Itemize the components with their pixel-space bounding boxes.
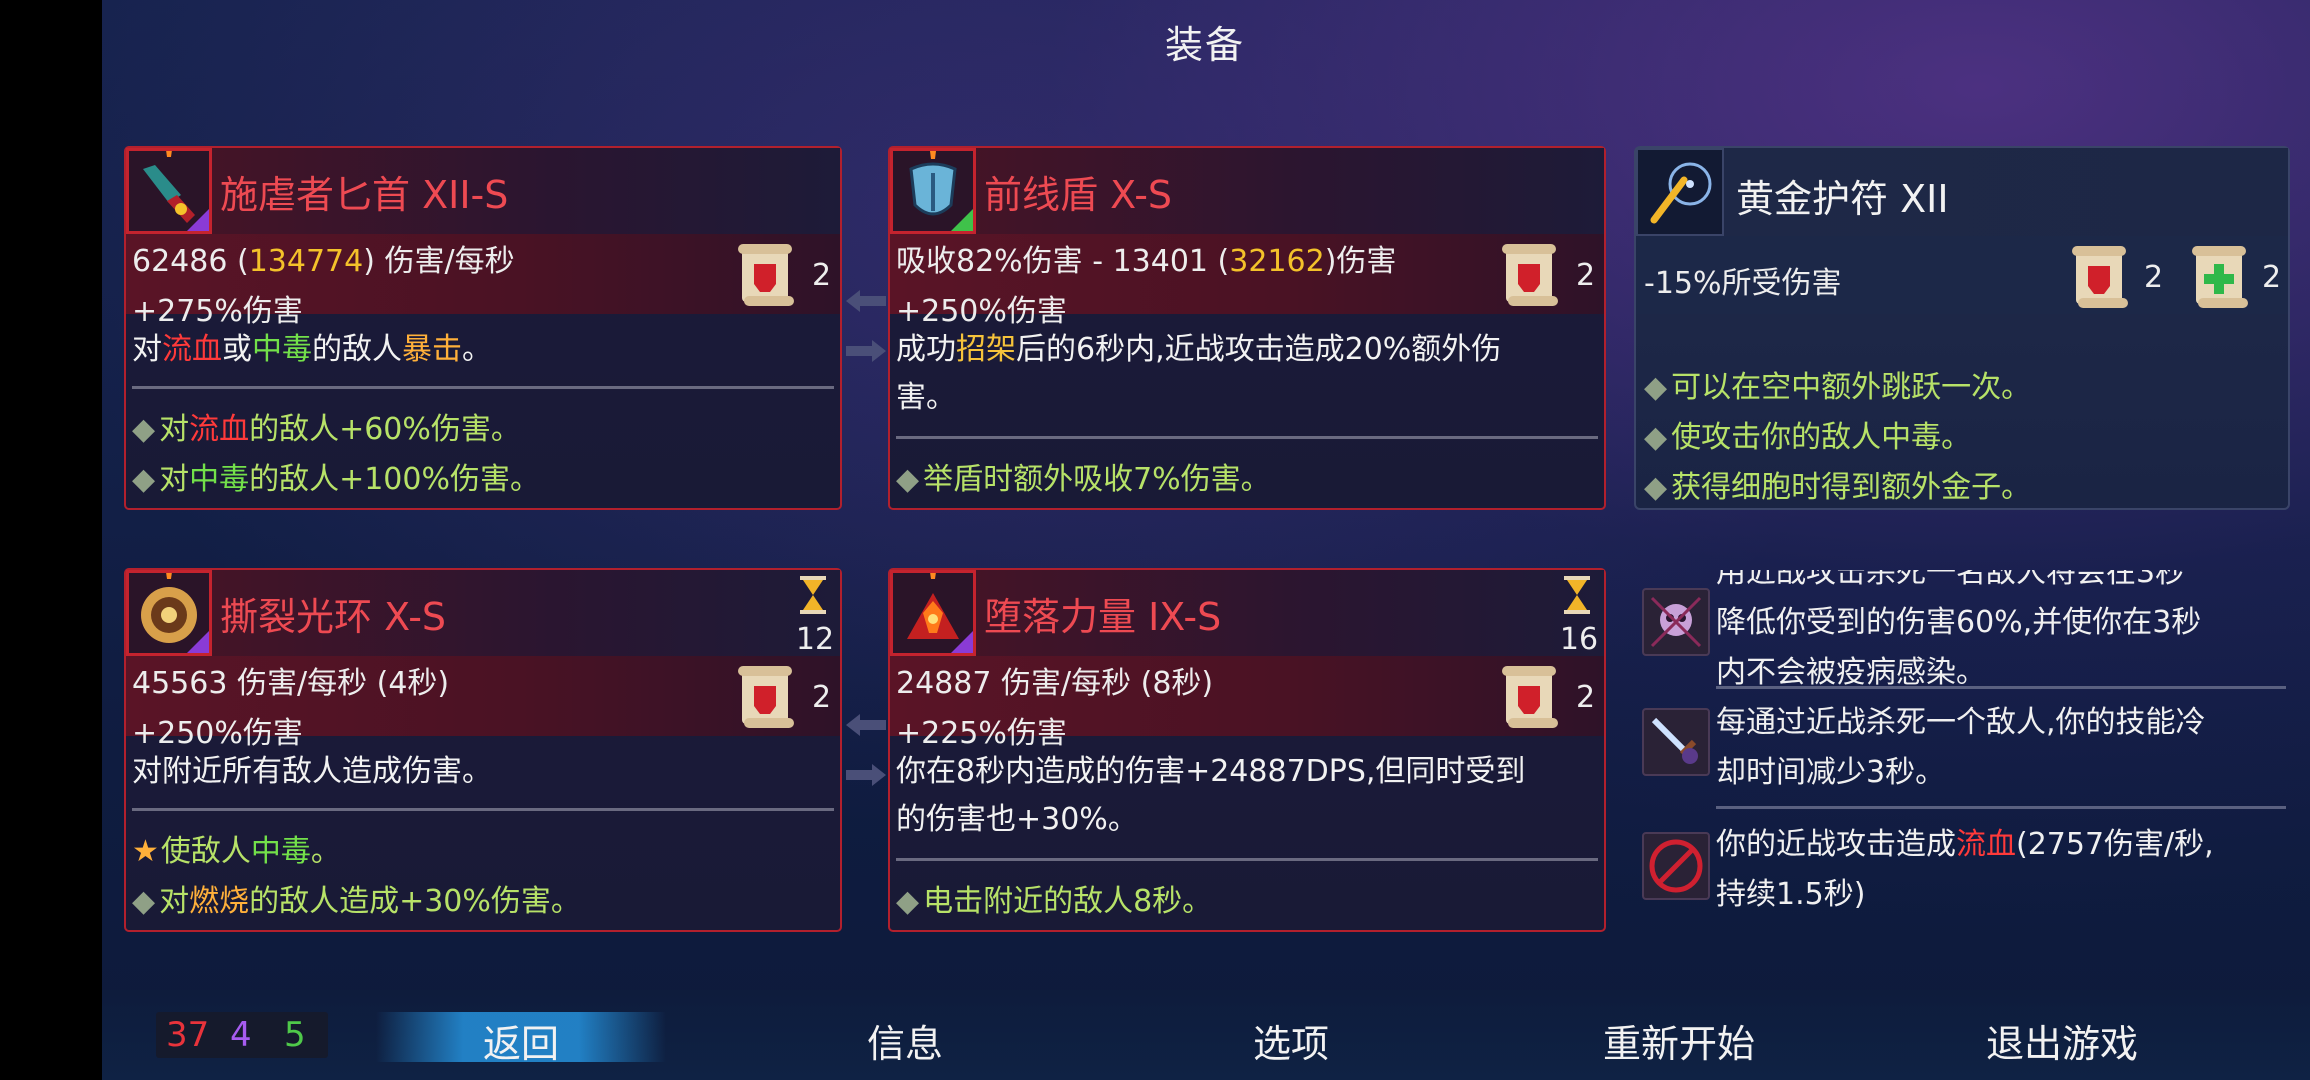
cooldown-value: 16 bbox=[1559, 622, 1599, 657]
mutation-item[interactable]: 你的近战攻击造成流血(2757伤害/秒, 持续1.5秒) bbox=[1634, 814, 2290, 932]
sword-mutation-icon bbox=[1642, 708, 1710, 776]
affix-1: ◆ 对流血的敌人+60%伤害。 bbox=[132, 412, 521, 447]
black-side-bar bbox=[0, 0, 102, 1080]
absorb-line: 吸收82%伤害 - 13401 (32162)伤害 bbox=[896, 244, 1397, 279]
skill-description: 你在8秒内造成的伤害+24887DPS,但同时受到 的伤害也+30%。 bbox=[896, 754, 1526, 837]
scroll-count: 2 bbox=[812, 258, 832, 293]
brutality-scroll-icon bbox=[738, 666, 794, 728]
amulet-affix-2: ◆ 使攻击你的敌人中毒。 bbox=[1644, 420, 1972, 455]
swap-left-arrow-icon[interactable] bbox=[846, 290, 886, 312]
amulet-stat: -15%所受伤害 bbox=[1644, 266, 1842, 301]
survival-scroll-count: 2 bbox=[2262, 260, 2282, 295]
divider bbox=[132, 386, 834, 389]
skill-name: 撕裂光环 X-S bbox=[220, 595, 447, 639]
amulet-affix-3: ◆ 获得细胞时得到额外金子。 bbox=[1644, 470, 2032, 505]
cooldown-value: 12 bbox=[795, 622, 835, 657]
dps-bonus-value: 134774 bbox=[248, 244, 364, 279]
mutation-item[interactable]: 每通过近战杀死一个敌人,你的技能冷 却时间减少3秒。 bbox=[1634, 692, 2290, 802]
affix-1: ◆ 举盾时额外吸收7%伤害。 bbox=[896, 462, 1271, 497]
weapon-name: 施虐者匕首 XII-S bbox=[220, 173, 509, 217]
quit-game-button[interactable]: 退出游戏 bbox=[1962, 1013, 2162, 1068]
survival-count: 5 bbox=[284, 1015, 306, 1055]
mutation-text: 你的近战攻击造成流血(2757伤害/秒, 持续1.5秒) bbox=[1716, 827, 2214, 912]
damage-bonus-line: +225%伤害 bbox=[896, 716, 1067, 751]
dagger-icon bbox=[126, 143, 212, 234]
swap-right-arrow-icon[interactable] bbox=[846, 340, 886, 362]
skull-mutation-icon bbox=[1642, 588, 1710, 656]
scroll-count: 2 bbox=[1576, 258, 1596, 293]
weapon-card-dagger[interactable]: 施虐者匕首 XII-S 62486 (134774) 伤害/每秒 +275%伤害… bbox=[124, 143, 842, 510]
dps-suffix: ) 伤害/每秒 bbox=[363, 244, 515, 279]
scroll-count: 2 bbox=[812, 680, 832, 715]
brutality-scroll-icon bbox=[738, 244, 794, 306]
amulet-card[interactable]: 黄金护符 XII -15%所受伤害 2 2 ◆ 可以在空中额外跳跃一次。 ◆ 使攻击… bbox=[1634, 146, 2290, 510]
fallen-power-icon bbox=[890, 565, 976, 656]
weapon-description: 成功招架后的6秒内,近战攻击造成20%额外伤 害。 bbox=[896, 332, 1502, 415]
scroll-counters: 37 4 5 bbox=[156, 1012, 328, 1058]
aura-icon bbox=[126, 565, 212, 656]
swap-left-arrow-icon[interactable] bbox=[846, 714, 886, 736]
options-button[interactable]: 选项 bbox=[1216, 1013, 1366, 1068]
amulet-affix-1: ◆ 可以在空中额外跳跃一次。 bbox=[1644, 370, 2032, 405]
page-title: 装备 bbox=[1164, 23, 1245, 67]
dps-line: 62486 (134774) 伤害/每秒 bbox=[132, 244, 515, 279]
restart-button[interactable]: 重新开始 bbox=[1574, 1013, 1784, 1068]
brutality-scroll-icon bbox=[1502, 244, 1558, 306]
affix-1: ◆ 电击附近的敌人8秒。 bbox=[896, 884, 1213, 919]
dps-value: 62486 bbox=[132, 244, 228, 279]
star-icon: ★ bbox=[132, 834, 159, 869]
mutation-text: 用近战攻击杀死一名敌人将会在3秒 降低你受到的伤害60%,并使你在3秒 内不会被疫病… bbox=[1716, 570, 2202, 690]
swap-right-arrow-icon[interactable] bbox=[846, 764, 886, 786]
divider bbox=[132, 808, 834, 811]
back-button[interactable]: 返回 bbox=[446, 1013, 596, 1068]
weapon-card-shield[interactable]: 前线盾 X-S 吸收82%伤害 - 13401 (32162)伤害 +250%伤… bbox=[888, 143, 1606, 510]
card-header bbox=[1636, 148, 2288, 238]
brutality-scroll-icon bbox=[1502, 666, 1558, 728]
hourglass-icon bbox=[1564, 576, 1590, 614]
damage-bonus-line: +275%伤害 bbox=[132, 294, 303, 329]
scroll-count: 2 bbox=[1576, 680, 1596, 715]
info-button[interactable]: 信息 bbox=[830, 1013, 980, 1068]
skill-name: 堕落力量 IX-S bbox=[984, 595, 1222, 639]
mutation-text: 每通过近战杀死一个敌人,你的技能冷 却时间减少3秒。 bbox=[1716, 705, 2206, 790]
brutality-scroll-count: 2 bbox=[2144, 260, 2164, 295]
hourglass-icon bbox=[800, 576, 826, 614]
brutality-count: 37 bbox=[166, 1015, 210, 1055]
affix-2: ◆ 对燃烧的敌人造成+30%伤害。 bbox=[132, 884, 581, 919]
amulet-icon bbox=[1636, 148, 1724, 236]
divider bbox=[896, 858, 1598, 861]
survival-scroll-icon bbox=[2192, 246, 2248, 308]
tactics-count: 4 bbox=[230, 1015, 252, 1055]
divider bbox=[1716, 806, 2286, 809]
divider bbox=[1716, 686, 2286, 689]
skill-card-aura[interactable]: 撕裂光环 X-S 12 45563 伤害/每秒 (4秒) +250%伤害 2 对… bbox=[124, 565, 842, 932]
affix-1: ★使敌人中毒。 bbox=[132, 834, 341, 869]
weapon-name: 前线盾 X-S bbox=[984, 173, 1173, 217]
mutation-item[interactable]: 用近战攻击杀死一名敌人将会在3秒 降低你受到的伤害60%,并使你在3秒 内不会被疫病… bbox=[1634, 570, 2290, 690]
damage-bonus-line: +250%伤害 bbox=[132, 716, 303, 751]
bleed-mutation-icon bbox=[1642, 832, 1710, 900]
affix-2: ◆ 对中毒的敌人+100%伤害。 bbox=[132, 462, 540, 497]
brutality-scroll-icon bbox=[2072, 246, 2128, 308]
amulet-name: 黄金护符 XII bbox=[1736, 177, 1949, 221]
skill-description: 对附近所有敌人造成伤害。 bbox=[132, 754, 492, 789]
dps-line: 45563 伤害/每秒 (4秒) bbox=[132, 666, 450, 701]
skill-card-fallen-power[interactable]: 堕落力量 IX-S 16 24887 伤害/每秒 (8秒) +225%伤害 2 … bbox=[888, 565, 1606, 932]
damage-bonus-line: +250%伤害 bbox=[896, 294, 1067, 329]
weapon-description: 对流血或中毒的敌人暴击。 bbox=[132, 332, 492, 367]
mutations-list[interactable]: 用近战攻击杀死一名敌人将会在3秒 降低你受到的伤害60%,并使你在3秒 内不会被疫病… bbox=[1634, 570, 2290, 932]
dps-line: 24887 伤害/每秒 (8秒) bbox=[896, 666, 1214, 701]
divider bbox=[896, 436, 1598, 439]
shield-icon bbox=[890, 143, 976, 234]
